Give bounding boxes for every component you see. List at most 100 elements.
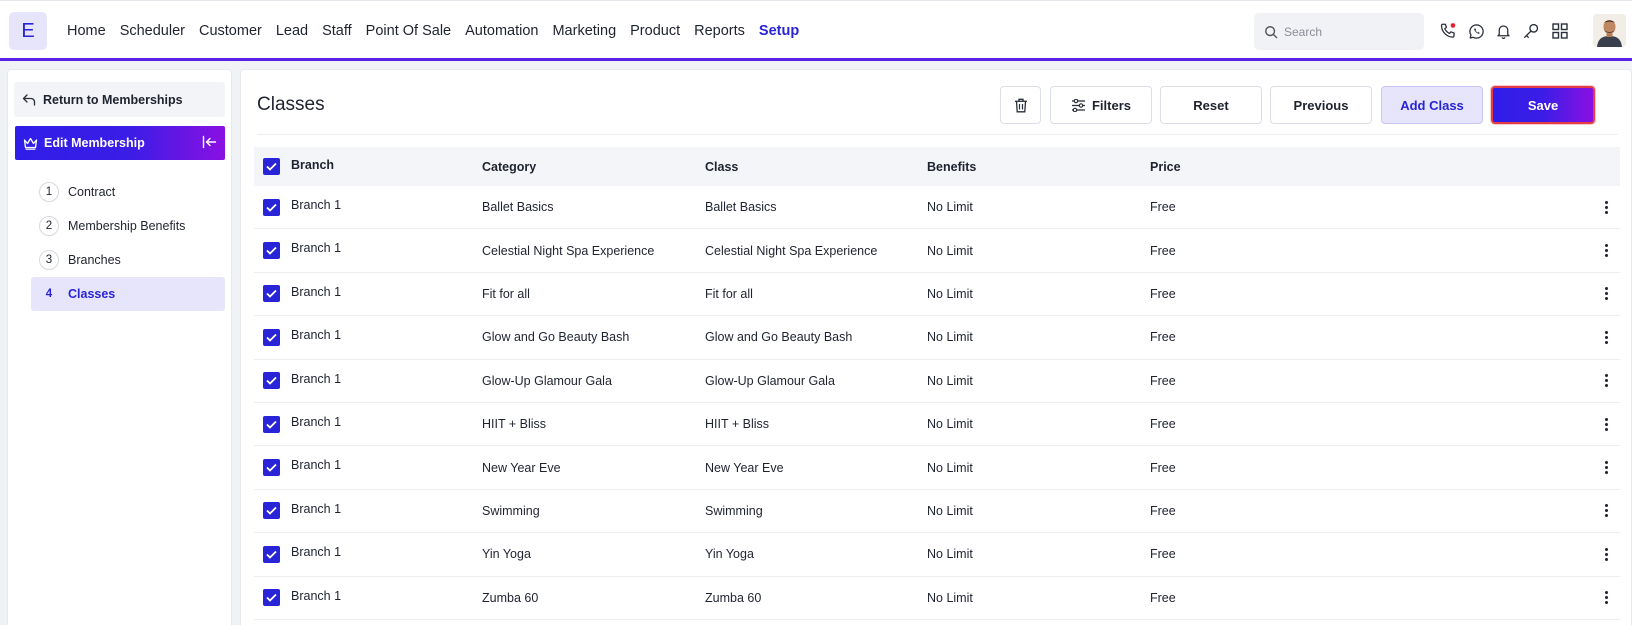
nav-item-product[interactable]: Product	[630, 23, 680, 39]
nav-item-home[interactable]: Home	[67, 23, 106, 39]
cell-price: Free	[1150, 200, 1176, 215]
step-number: 4	[45, 288, 53, 300]
table-row[interactable]: Branch 1 Glow-Up Glamour Gala Glow-Up Glam…	[254, 360, 1620, 403]
table-row[interactable]: Branch 1 Celestial Night Spa Experience Ce…	[254, 229, 1620, 273]
cell-branch: Branch 1	[291, 328, 342, 343]
step-contract[interactable]: 1 Contract	[31, 175, 225, 209]
cell-branch: Branch 1	[291, 198, 342, 212]
nav-item-scheduler[interactable]: Scheduler	[120, 23, 185, 39]
add-class-button[interactable]: Add Class	[1381, 86, 1483, 124]
column-header-class: Class	[705, 159, 739, 174]
step-classes[interactable]: 4 Classes	[31, 277, 225, 311]
cell-benefits: No Limit	[927, 243, 973, 258]
search-box[interactable]	[1254, 13, 1424, 50]
table-row[interactable]: Branch 1 New Year Eve New Year Eve No Limit…	[254, 446, 1620, 490]
row-more-options-icon[interactable]	[1601, 591, 1611, 605]
header-divider	[257, 134, 1618, 135]
cell-benefits: No Limit	[927, 200, 973, 215]
cell-class: Glow-Up Glamour Gala	[705, 373, 835, 388]
reset-button[interactable]: Reset	[1160, 86, 1262, 124]
filters-button[interactable]: Filters	[1050, 86, 1152, 124]
table-row[interactable]: Branch 1 HIIT + Bliss HIIT + Bliss No Limit…	[254, 403, 1620, 447]
search-input[interactable]	[1284, 24, 1414, 39]
cell-category: New Year Eve	[482, 460, 561, 475]
table-row[interactable]: Branch 1 Glow and Go Beauty Bash Glow and …	[254, 316, 1620, 360]
cell-class: Fit for all	[705, 286, 753, 301]
cell-benefits: No Limit	[927, 503, 973, 518]
previous-button[interactable]: Previous	[1270, 86, 1372, 124]
table-row[interactable]: Branch 1 Ballet Basics Ballet Basics No Lim…	[254, 186, 1620, 230]
save-button[interactable]: Save	[1491, 86, 1595, 124]
row-more-options-icon[interactable]	[1601, 200, 1611, 214]
select-all-checkbox[interactable]	[263, 158, 280, 175]
row-checkbox[interactable]	[263, 198, 280, 216]
row-more-options-icon[interactable]	[1601, 330, 1611, 344]
collapse-sidebar-icon[interactable]	[202, 135, 217, 149]
cell-category: HIIT + Bliss	[482, 417, 547, 432]
bell-icon[interactable]	[1493, 21, 1513, 41]
step-label: Membership Benefits	[68, 219, 186, 233]
row-checkbox[interactable]	[263, 545, 280, 563]
phone-icon[interactable]	[1438, 21, 1458, 41]
step-number: 1	[39, 182, 59, 202]
row-more-options-icon[interactable]	[1601, 504, 1611, 518]
cell-price: Free	[1150, 243, 1176, 258]
cell-price: Free	[1150, 373, 1176, 388]
table-row[interactable]: Branch 1 Yin Yoga Yin Yoga No Limit Free	[254, 533, 1620, 577]
table-row[interactable]: Branch 1 Zumba 60 Zumba 60 No Limit Free	[254, 577, 1620, 620]
table-row[interactable]: Branch 1 Fit for all Fit for all No Limit Fr…	[254, 273, 1620, 317]
return-label: Return to Memberships	[43, 92, 183, 107]
return-to-memberships-link[interactable]: Return to Memberships	[14, 82, 225, 117]
key-icon[interactable]	[1521, 21, 1541, 41]
step-number: 3	[39, 250, 59, 270]
cell-class: Ballet Basics	[705, 200, 777, 215]
cell-category: Yin Yoga	[482, 547, 531, 562]
step-branches[interactable]: 3 Branches	[31, 243, 225, 277]
cell-price: Free	[1150, 330, 1176, 345]
row-more-options-icon[interactable]	[1601, 374, 1611, 388]
sliders-icon	[1071, 98, 1085, 112]
step-label: Classes	[68, 287, 116, 301]
nav-item-reports[interactable]: Reports	[694, 23, 745, 39]
nav-item-setup[interactable]: Setup	[759, 23, 799, 39]
delete-button[interactable]	[1000, 86, 1041, 124]
row-checkbox[interactable]	[263, 415, 280, 433]
table-row[interactable]: Branch 1 Swimming Swimming No Limit Free	[254, 490, 1620, 534]
cell-price: Free	[1150, 460, 1176, 475]
row-checkbox[interactable]	[263, 328, 280, 346]
membership-sidebar: Return to Memberships Edit Membership 1C…	[7, 69, 232, 625]
row-checkbox[interactable]	[263, 242, 280, 260]
row-checkbox[interactable]	[263, 285, 280, 303]
trash-icon	[1014, 98, 1027, 112]
nav-item-customer[interactable]: Customer	[199, 23, 262, 39]
row-checkbox[interactable]	[263, 589, 280, 607]
column-header-price: Price	[1150, 159, 1181, 174]
cell-price: Free	[1150, 547, 1176, 562]
nav-item-point-of-sale[interactable]: Point Of Sale	[366, 23, 451, 39]
main-nav: Home Scheduler Customer Lead Staff Point…	[67, 1, 813, 61]
row-checkbox[interactable]	[263, 459, 280, 477]
nav-item-lead[interactable]: Lead	[276, 23, 308, 39]
step-membership-benefits[interactable]: 2 Membership Benefits	[31, 209, 225, 243]
app-logo[interactable]: E	[9, 12, 47, 50]
grid-icon[interactable]	[1550, 21, 1570, 41]
nav-item-automation[interactable]: Automation	[465, 23, 538, 39]
row-checkbox[interactable]	[263, 372, 280, 390]
nav-item-marketing[interactable]: Marketing	[552, 23, 616, 39]
cell-category: Swimming	[482, 503, 540, 518]
cell-benefits: No Limit	[927, 460, 973, 475]
cell-branch: Branch 1	[291, 588, 342, 603]
edit-membership-label: Edit Membership	[44, 136, 145, 150]
row-more-options-icon[interactable]	[1601, 461, 1611, 475]
whatsapp-icon[interactable]	[1466, 21, 1486, 41]
logo-letter: E	[21, 19, 35, 42]
row-more-options-icon[interactable]	[1601, 287, 1611, 301]
nav-item-staff[interactable]: Staff	[322, 23, 352, 39]
row-more-options-icon[interactable]	[1601, 417, 1611, 431]
user-avatar[interactable]	[1593, 14, 1626, 47]
row-checkbox[interactable]	[263, 502, 280, 520]
cell-branch: Branch 1	[291, 458, 342, 473]
table-header: Branch Category Class Benefits Price	[254, 147, 1620, 186]
row-more-options-icon[interactable]	[1601, 547, 1611, 561]
row-more-options-icon[interactable]	[1601, 244, 1611, 258]
